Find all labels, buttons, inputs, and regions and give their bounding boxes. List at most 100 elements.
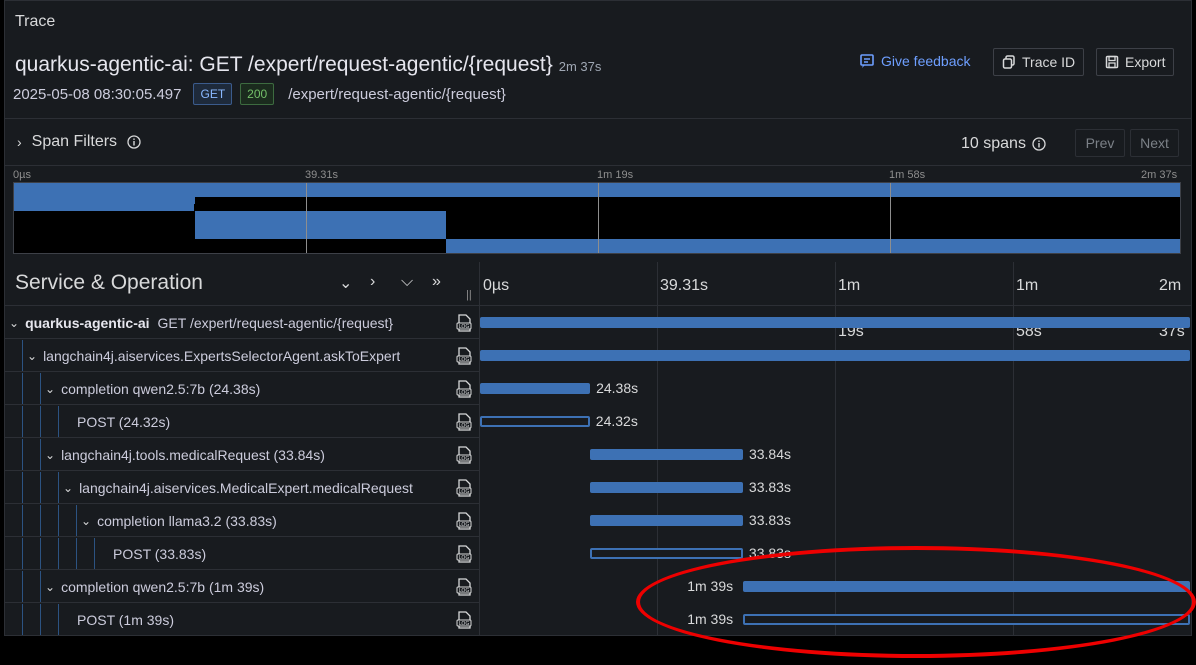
log-icon[interactable]: LOG bbox=[456, 578, 472, 596]
span-row[interactable]: ⌄ completion qwen2.5:7b (1m 39s) LOG bbox=[5, 571, 479, 603]
column-resize-handle[interactable]: || bbox=[466, 289, 472, 301]
indent-guide bbox=[22, 373, 23, 404]
divider bbox=[5, 305, 1191, 306]
span-duration-label: 33.83s bbox=[748, 512, 791, 528]
span-name: completion qwen2.5:7b (1m 39s) bbox=[61, 578, 265, 595]
span-bar[interactable] bbox=[480, 317, 1190, 328]
log-icon[interactable]: LOG bbox=[456, 380, 472, 398]
span-bar[interactable] bbox=[590, 482, 743, 493]
span-duration-label: 24.38s bbox=[596, 380, 639, 396]
indent-guide bbox=[76, 505, 77, 536]
svg-text:LOG: LOG bbox=[459, 588, 470, 594]
indent-guide bbox=[40, 406, 41, 437]
indent-guide bbox=[22, 538, 23, 569]
indent-guide bbox=[22, 472, 23, 503]
panel-title: Trace bbox=[15, 13, 56, 30]
span-count: 10 spans bbox=[961, 135, 1046, 153]
service-operation-header: Service & Operation bbox=[15, 271, 203, 294]
collapse-all-icon[interactable]: ⌵ bbox=[401, 273, 413, 291]
trace-minimap[interactable] bbox=[13, 182, 1181, 254]
minimap-span-bar bbox=[14, 183, 1180, 190]
indent-guide bbox=[22, 439, 23, 470]
span-row[interactable]: POST (1m 39s) LOG bbox=[5, 604, 479, 635]
timeline-tick: 2m bbox=[1159, 277, 1182, 294]
export-label: Export bbox=[1125, 54, 1166, 70]
span-bar[interactable] bbox=[480, 350, 1190, 361]
indent-guide bbox=[58, 472, 59, 503]
span-bar[interactable] bbox=[590, 548, 743, 559]
indent-guide bbox=[40, 538, 41, 569]
minimap-span-bar bbox=[14, 197, 195, 204]
indent-guide bbox=[76, 538, 77, 569]
operation-name: GET /expert/request-agentic/{request} bbox=[157, 314, 394, 331]
expand-one-icon[interactable]: › bbox=[370, 273, 375, 291]
span-row[interactable]: POST (24.32s) LOG bbox=[5, 406, 479, 438]
minimap-tick: 0µs bbox=[13, 169, 31, 181]
span-duration-label: 24.32s bbox=[595, 413, 638, 429]
chevron-down-icon[interactable]: ⌄ bbox=[45, 580, 55, 594]
span-row[interactable]: POST (33.83s) LOG bbox=[5, 538, 479, 570]
span-row[interactable]: ⌄ langchain4j.aiservices.ExpertsSelectorA… bbox=[5, 340, 479, 372]
span-bar[interactable] bbox=[480, 383, 591, 394]
next-button[interactable]: Next bbox=[1130, 129, 1179, 157]
expand-all-icon[interactable]: » bbox=[432, 273, 441, 291]
span-bar[interactable] bbox=[590, 515, 743, 526]
span-row[interactable]: ⌄ completion llama3.2 (33.83s) LOG bbox=[5, 505, 479, 537]
log-icon[interactable]: LOG bbox=[456, 347, 472, 365]
span-filters-toggle[interactable]: › Span Filters bbox=[17, 133, 141, 151]
log-icon[interactable]: LOG bbox=[456, 512, 472, 530]
span-row[interactable]: ⌄ langchain4j.tools.medicalRequest (33.84… bbox=[5, 439, 479, 471]
timeline-tick: 0µs bbox=[483, 277, 510, 294]
chevron-down-icon[interactable]: ⌄ bbox=[45, 448, 55, 462]
log-icon[interactable]: LOG bbox=[456, 446, 472, 464]
span-name: POST (33.83s) bbox=[113, 545, 207, 562]
trace-start-time: 2025-05-08 08:30:05.497 bbox=[13, 85, 182, 103]
svg-text:LOG: LOG bbox=[459, 456, 470, 462]
log-icon[interactable]: LOG bbox=[456, 413, 472, 431]
svg-text:LOG: LOG bbox=[459, 522, 470, 528]
chevron-down-icon[interactable]: ⌄ bbox=[27, 349, 37, 363]
log-icon[interactable]: LOG bbox=[456, 545, 472, 563]
trace-id-label: Trace ID bbox=[1022, 54, 1076, 70]
span-name: langchain4j.tools.medicalRequest (33.84s… bbox=[61, 446, 325, 463]
chevron-down-icon[interactable]: ⌄ bbox=[63, 481, 73, 495]
minimap-span-bar bbox=[446, 239, 1180, 246]
chevron-down-icon[interactable]: ⌄ bbox=[45, 382, 55, 396]
minimap-tick: 39.31s bbox=[305, 169, 339, 181]
chevron-down-icon[interactable]: ⌄ bbox=[9, 316, 19, 330]
trace-meta: 2025-05-08 08:30:05.497 GET 200 /expert/… bbox=[13, 83, 506, 105]
trace-title: quarkus-agentic-ai: GET /expert/request-… bbox=[15, 53, 601, 77]
divider bbox=[5, 118, 1191, 119]
trace-id-button[interactable]: Trace ID bbox=[993, 48, 1085, 76]
log-icon[interactable]: LOG bbox=[456, 314, 472, 332]
span-row[interactable]: ⌄ completion qwen2.5:7b (24.38s) LOG bbox=[5, 373, 479, 405]
svg-text:LOG: LOG bbox=[459, 357, 470, 363]
chevron-down-icon[interactable]: ⌄ bbox=[81, 514, 91, 528]
log-icon[interactable]: LOG bbox=[456, 479, 472, 497]
span-name: quarkus-agentic-ai GET /expert/request-ag… bbox=[25, 315, 393, 331]
span-bar[interactable] bbox=[480, 416, 590, 427]
indent-guide bbox=[22, 604, 23, 635]
indent-guide bbox=[58, 538, 59, 569]
trace-panel: Trace quarkus-agentic-ai: GET /expert/re… bbox=[4, 0, 1192, 636]
export-button[interactable]: Export bbox=[1096, 48, 1175, 76]
collapse-one-icon[interactable]: ⌄ bbox=[339, 273, 352, 293]
log-icon[interactable]: LOG bbox=[456, 611, 472, 629]
give-feedback-link[interactable]: Give feedback bbox=[859, 53, 971, 69]
indent-guide bbox=[40, 571, 41, 602]
svg-text:LOG: LOG bbox=[459, 489, 470, 495]
minimap-span-bar bbox=[194, 211, 446, 218]
status-tag: 200 bbox=[240, 83, 275, 105]
save-icon bbox=[1105, 55, 1119, 69]
span-name: POST (24.32s) bbox=[77, 413, 171, 430]
indent-guide bbox=[22, 340, 23, 371]
trace-duration: 2m 37s bbox=[558, 59, 602, 74]
span-row[interactable]: ⌄ quarkus-agentic-ai GET /expert/request-a… bbox=[5, 307, 479, 339]
span-name: completion qwen2.5:7b (24.38s) bbox=[61, 380, 261, 397]
copy-icon bbox=[1002, 55, 1015, 69]
svg-text:LOG: LOG bbox=[459, 555, 470, 561]
indent-guide bbox=[40, 505, 41, 536]
span-bar[interactable] bbox=[590, 449, 743, 460]
span-row[interactable]: ⌄ langchain4j.aiservices.MedicalExpert.me… bbox=[5, 472, 479, 504]
prev-button[interactable]: Prev bbox=[1075, 129, 1125, 157]
